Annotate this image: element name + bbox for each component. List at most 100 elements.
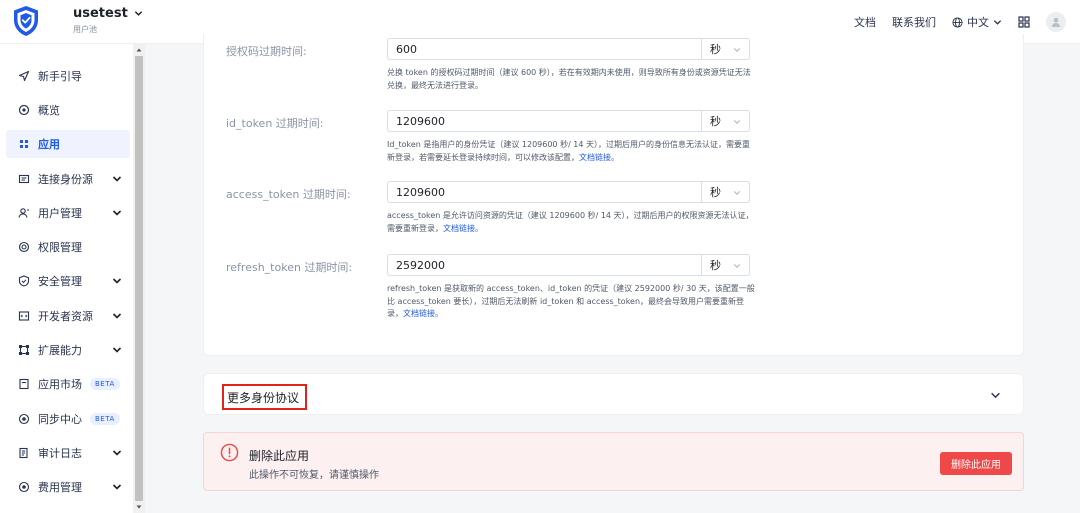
apps-grid-icon (20, 140, 28, 148)
chevron-down-icon (733, 191, 741, 195)
more-protocols-title: 更多身份协议 (222, 384, 308, 410)
unit-label: 秒 (710, 259, 721, 272)
beta-badge: BETA (90, 378, 120, 390)
chevron-down-icon (112, 484, 122, 490)
help-text: access_token 是允许访问资源的凭证（建议 1209600 秒/ 14… (387, 211, 754, 233)
auth-code-expiry-help: 兑换 token 的授权码过期时间（建议 600 秒），若在有效期内未使用，则导… (387, 67, 757, 92)
refresh-token-expiry-unit-select[interactable]: 秒 (701, 254, 750, 276)
chevron-down-icon (733, 48, 741, 52)
sidebar-item-permissions[interactable]: 权限管理 (6, 233, 130, 261)
sidebar-item-label: 审计日志 (38, 447, 82, 460)
billing-icon (18, 481, 30, 493)
sidebar-item-label: 同步中心 (38, 413, 82, 426)
sidebar: 新手引导 概览 应用 连接身份源 用户管理 权限管理 安全管理 开发者资源 扩展… (0, 44, 145, 513)
sidebar-item-label: 应用市场 (38, 378, 82, 391)
docs-link[interactable]: 文档链接。 (443, 224, 483, 233)
access-token-expiry-unit-select[interactable]: 秒 (701, 181, 750, 203)
auth-code-expiry-input[interactable]: 600 (387, 38, 701, 60)
sidebar-item-extensions[interactable]: 扩展能力 (6, 336, 130, 364)
userpool-switcher[interactable]: usetest 用户池 (73, 6, 143, 35)
more-protocols-panel[interactable]: 更多身份协议 (203, 373, 1024, 415)
auth-code-expiry-label: 授权码过期时间: (226, 45, 307, 58)
sidebar-item-label: 权限管理 (38, 241, 82, 254)
app-subtitle: 用户池 (73, 25, 97, 34)
delete-app-description: 此操作不可恢复，请谨慎操作 (249, 470, 379, 481)
chevron-down-icon[interactable] (990, 390, 1001, 401)
sidebar-item-label: 连接身份源 (38, 173, 93, 186)
sidebar-item-overview[interactable]: 概览 (6, 96, 130, 124)
shield-icon (18, 275, 30, 287)
unit-label: 秒 (710, 43, 721, 56)
id-token-expiry-input[interactable]: 1209600 (387, 110, 701, 132)
help-text: Id_token 是指用户的身份凭证（建议 1209600 秒/ 14 天），过… (387, 140, 751, 162)
shield-logo-icon[interactable] (12, 5, 40, 37)
market-icon (19, 378, 29, 390)
chevron-down-icon (112, 450, 122, 456)
sidebar-scroll-thumb[interactable] (135, 56, 143, 501)
send-icon (18, 70, 30, 82)
unit-label: 秒 (710, 115, 721, 128)
app-name: usetest (73, 6, 128, 21)
access-token-expiry-label: access_token 过期时间: (226, 188, 351, 201)
chevron-down-icon (112, 176, 122, 182)
sidebar-item-audit-log[interactable]: 审计日志 (6, 439, 130, 467)
sidebar-item-billing[interactable]: 费用管理 (6, 473, 130, 501)
language-switcher[interactable]: 中文 (952, 14, 1002, 30)
sidebar-item-label: 安全管理 (38, 275, 82, 288)
dashboard-icon (18, 104, 30, 116)
chevron-down-icon (733, 264, 741, 268)
sidebar-item-apps[interactable]: 应用 (6, 130, 130, 158)
sidebar-item-market[interactable]: 应用市场 BETA (6, 370, 130, 398)
language-label: 中文 (967, 16, 989, 29)
id-token-expiry-help: Id_token 是指用户的身份凭证（建议 1209600 秒/ 14 天），过… (387, 139, 757, 164)
chevron-down-icon (112, 278, 122, 284)
help-text: 兑换 token 的授权码过期时间（建议 600 秒），若在有效期内未使用，则导… (387, 68, 751, 90)
sidebar-item-label: 新手引导 (38, 70, 82, 83)
chevron-down-icon (993, 19, 1002, 25)
docs-link[interactable]: 文档链接。 (403, 309, 443, 318)
id-token-expiry-unit-select[interactable]: 秒 (701, 110, 750, 132)
sidebar-item-developer[interactable]: 开发者资源 (6, 302, 130, 330)
access-token-expiry-input[interactable]: 1209600 (387, 181, 701, 203)
identity-source-icon (18, 174, 30, 184)
warning-circle-icon (220, 443, 239, 462)
sidebar-item-security[interactable]: 安全管理 (6, 267, 130, 295)
access-token-expiry-help: access_token 是允许访问资源的凭证（建议 1209600 秒/ 14… (387, 210, 757, 235)
sidebar-item-sync[interactable]: 同步中心 BETA (6, 405, 130, 433)
code-icon (18, 311, 30, 321)
auth-code-expiry-unit-select[interactable]: 秒 (701, 38, 750, 60)
globe-icon (952, 16, 963, 28)
apps-grid-icon[interactable] (1018, 16, 1030, 28)
sidebar-item-users[interactable]: 用户管理 (6, 199, 130, 227)
chevron-down-icon (112, 347, 122, 353)
user-icon (18, 208, 29, 218)
delete-app-title: 删除此应用 (249, 449, 310, 463)
refresh-token-expiry-help: refresh_token 是获取新的 access_token、id_toke… (387, 283, 757, 321)
sidebar-item-label: 应用 (38, 138, 60, 151)
refresh-token-expiry-input[interactable]: 2592000 (387, 254, 701, 276)
beta-badge: BETA (90, 413, 120, 425)
permission-icon (18, 241, 30, 253)
contact-link[interactable]: 联系我们 (892, 14, 936, 30)
scroll-down-arrow-icon[interactable] (135, 503, 143, 511)
sidebar-item-identity-source[interactable]: 连接身份源 (6, 165, 130, 193)
log-icon (19, 447, 28, 459)
chevron-down-icon (112, 313, 122, 319)
chevron-down-icon (134, 11, 142, 16)
delete-app-button[interactable]: 删除此应用 (940, 452, 1012, 475)
refresh-token-expiry-label: refresh_token 过期时间: (226, 261, 353, 274)
sidebar-item-label: 用户管理 (38, 207, 82, 220)
docs-link[interactable]: 文档链接。 (579, 153, 619, 162)
user-avatar[interactable] (1046, 12, 1066, 32)
id-token-expiry-label: id_token 过期时间: (226, 117, 324, 130)
sync-icon (18, 413, 30, 425)
avatar-icon (1051, 17, 1061, 27)
sidebar-item-label: 概览 (38, 104, 60, 117)
scroll-up-arrow-icon[interactable] (135, 46, 143, 54)
sidebar-item-label: 费用管理 (38, 481, 82, 494)
chevron-down-icon (112, 210, 122, 216)
docs-link[interactable]: 文档 (854, 14, 876, 30)
unit-label: 秒 (710, 186, 721, 199)
extension-icon (19, 345, 29, 355)
sidebar-item-guide[interactable]: 新手引导 (6, 62, 130, 90)
